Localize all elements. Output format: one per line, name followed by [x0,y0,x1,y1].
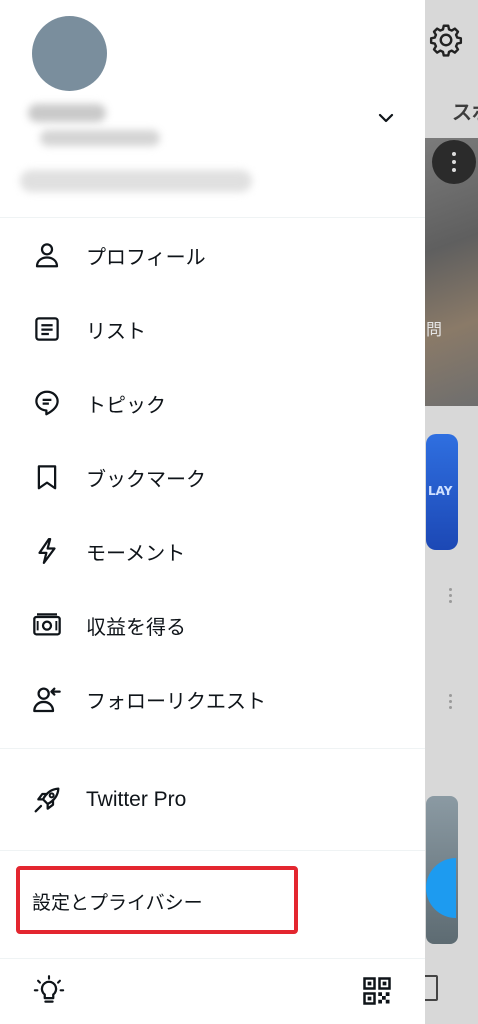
background-tab-label: スポ [452,100,478,124]
menu-item-monetization[interactable]: 収益を得る [0,593,425,657]
divider [0,748,425,749]
username-blurred [40,130,160,146]
background-time-label: 問 [426,320,443,339]
menu-item-label: プロフィール [86,244,206,269]
menu-item-label: 収益を得る [86,614,186,639]
qr-code-icon[interactable] [362,976,392,1006]
settings-and-privacy-button[interactable]: 設定とプライバシー [16,866,298,934]
money-icon [30,608,64,642]
menu-item-follow-requests[interactable]: フォローリクエスト [0,667,425,731]
lightbulb-icon[interactable] [32,974,66,1008]
lightning-icon [30,534,64,568]
menu-item-moments[interactable]: モーメント [0,519,425,583]
menu-item-lists[interactable]: リスト [0,297,425,361]
menu-item-twitter-pro[interactable]: Twitter Pro [0,768,425,832]
topic-icon [30,386,64,420]
avatar[interactable] [32,16,107,91]
follow-counts-blurred [20,170,252,192]
gear-icon[interactable] [428,22,464,58]
follow-request-icon [30,682,64,716]
menu-item-label: ブックマーク [86,466,206,491]
list-icon [30,312,64,346]
menu-item-label: フォローリクエスト [86,688,266,713]
divider [0,850,425,851]
person-icon [30,238,64,272]
menu-item-bookmarks[interactable]: ブックマーク [0,445,425,509]
menu-item-label: Twitter Pro [86,788,187,811]
divider [0,958,425,959]
vertical-dots-icon[interactable] [449,694,453,712]
menu-item-label: モーメント [86,540,186,565]
menu-item-topics[interactable]: トピック [0,371,425,435]
vertical-dots-icon[interactable] [449,588,453,606]
menu-item-label: リスト [86,318,146,343]
display-name-blurred [28,104,106,122]
chevron-down-icon[interactable] [374,108,398,128]
settings-label: 設定とプライバシー [32,892,203,914]
divider [0,217,425,218]
bookmark-icon [30,460,64,494]
background-card: LAY [426,434,458,550]
navigation-drawer: プロフィール リスト トピック ブックマーク モーメント 収益を得る フォローリ… [0,0,425,1024]
rocket-icon [30,783,64,817]
menu-item-profile[interactable]: プロフィール [0,223,425,287]
menu-item-label: トピック [86,392,166,417]
more-options-icon[interactable] [432,140,476,184]
